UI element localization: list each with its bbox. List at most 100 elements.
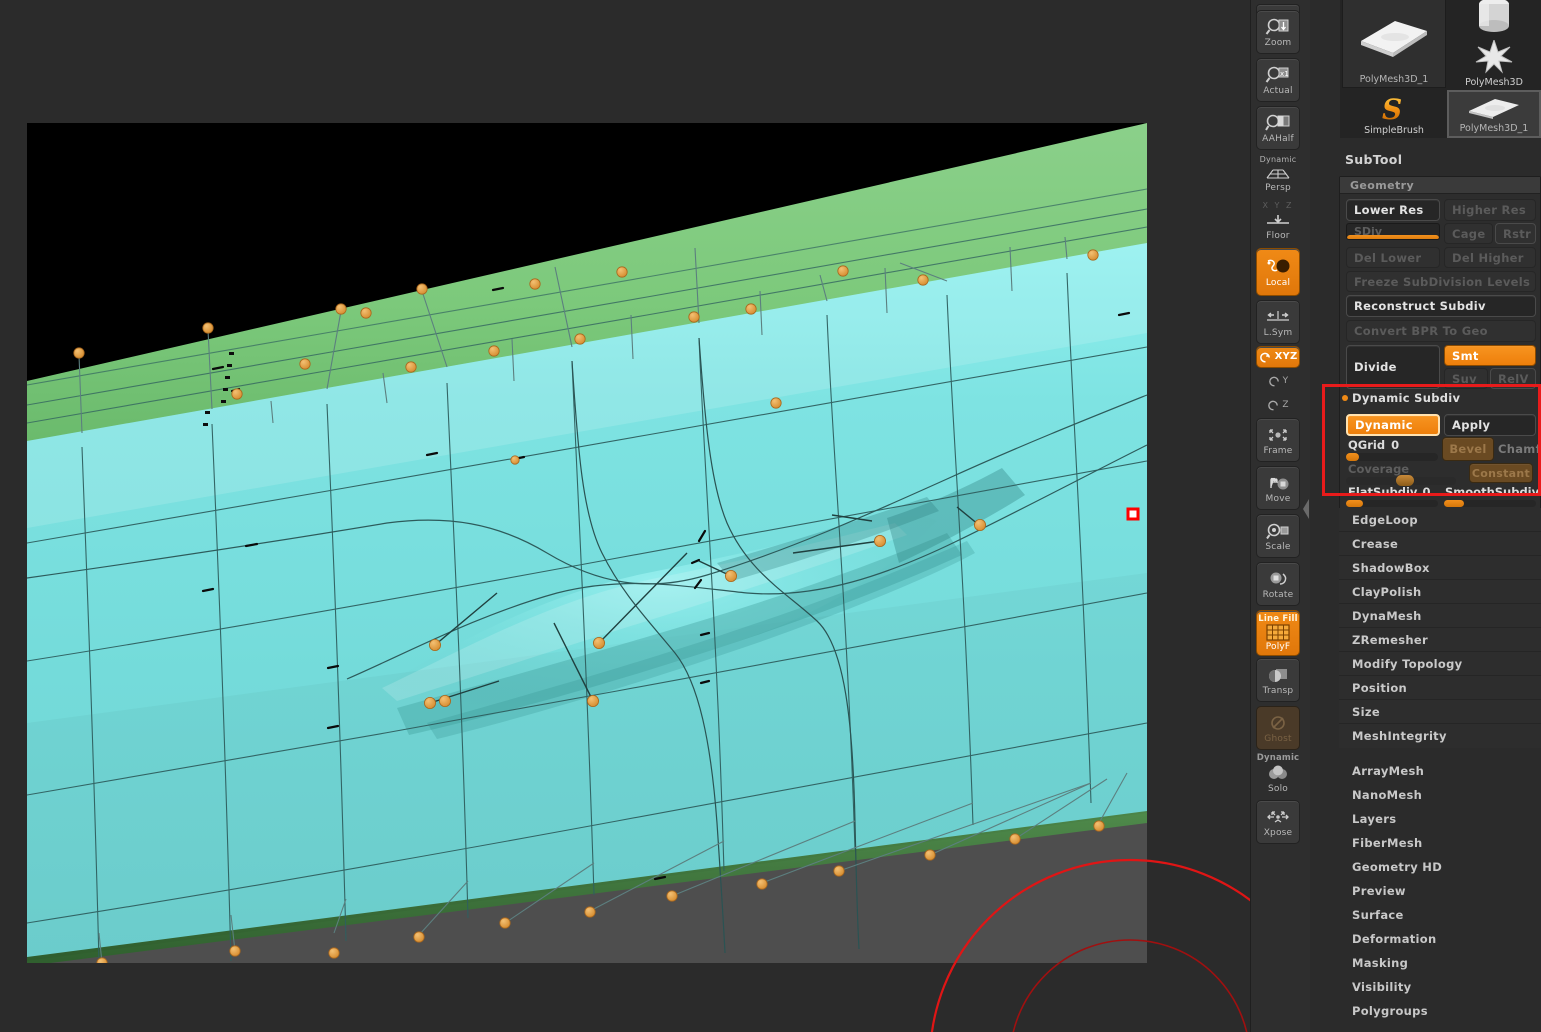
smoothsubdiv-slider-track[interactable]: [1444, 500, 1536, 507]
toolbar-item-aahalf[interactable]: AAHalf: [1256, 106, 1300, 150]
apply-button[interactable]: Apply: [1444, 414, 1536, 436]
submenu-item-dynamesh[interactable]: DynaMesh: [1339, 604, 1541, 628]
tool-thumbnail-grid[interactable]: PolyMesh3D_1 Cylinder3D: [1340, 0, 1541, 138]
submenu-item-meshintegrity[interactable]: MeshIntegrity: [1339, 724, 1541, 748]
toolbar-item-label: Floor: [1266, 231, 1290, 241]
toolbar-item-rotate-y[interactable]: Y: [1256, 370, 1300, 392]
suv-button[interactable]: Suv: [1444, 368, 1488, 389]
star-preview-icon: [1447, 40, 1541, 76]
freeze-subdivision-levels-button[interactable]: Freeze SubDivision Levels: [1346, 271, 1536, 292]
perspective-grid-icon: [1266, 169, 1290, 179]
tool-thumb-polymesh3d-1-b[interactable]: PolyMesh3D_1: [1447, 90, 1541, 138]
higher-res-button[interactable]: Higher Res: [1444, 199, 1536, 221]
submenu-item-crease[interactable]: Crease: [1339, 532, 1541, 556]
viewport-toolbar[interactable]: Zoom x1 Actual AAHalf Dynamic Persp X Y …: [1250, 0, 1310, 1032]
toolbar-item-scale[interactable]: Scale: [1256, 514, 1300, 558]
coverage-slider-track[interactable]: [1346, 475, 1456, 486]
toolbar-item-toplabel: Dynamic: [1256, 753, 1300, 763]
toolbar-item-ghost[interactable]: Ghost: [1256, 706, 1300, 750]
tool-thumb-label: SimpleBrush: [1364, 125, 1424, 136]
toolbar-item-label: XYZ: [1274, 351, 1298, 362]
divide-button[interactable]: Divide: [1346, 345, 1440, 389]
del-higher-button[interactable]: Del Higher: [1444, 247, 1536, 268]
submenu-item-modify-topology[interactable]: Modify Topology: [1339, 652, 1541, 676]
toolbar-item-lsym[interactable]: L.Sym: [1256, 300, 1300, 344]
toolbar-item-label: Z: [1282, 400, 1289, 410]
tool-thumb-label: PolyMesh3D_1: [1359, 74, 1429, 85]
toolbar-item-rotate-z[interactable]: Z: [1256, 394, 1300, 416]
toolbar-item-toplabel: Dynamic: [1259, 155, 1297, 164]
toolbar-item-zoom[interactable]: Zoom: [1256, 10, 1300, 54]
canvas-area[interactable]: [0, 0, 1250, 1032]
qgrid-value: 0: [1391, 438, 1400, 452]
qgrid-slider-fill: [1346, 453, 1359, 461]
qgrid-slider-labels[interactable]: QGrid 0: [1348, 438, 1438, 452]
tool-thumb-simplebrush[interactable]: S SimpleBrush: [1342, 90, 1446, 138]
local-symmetry-icon: [1267, 310, 1289, 321]
toolbar-item-polyf[interactable]: Line Fill PolyF: [1256, 610, 1300, 656]
sdiv-slider[interactable]: SDiv: [1346, 223, 1440, 240]
dynamic-subdiv-bullet-icon: [1342, 395, 1348, 401]
menu-item-deformation[interactable]: Deformation: [1339, 927, 1541, 951]
flatsubdiv-slider-track[interactable]: [1346, 500, 1438, 507]
menu-item-layers[interactable]: Layers: [1339, 807, 1541, 831]
toolbar-item-persp[interactable]: Dynamic Persp: [1256, 154, 1300, 194]
rotate-z-icon: [1268, 400, 1279, 410]
lower-res-button[interactable]: Lower Res: [1346, 199, 1440, 221]
toolbar-item-label: Move: [1265, 493, 1291, 504]
rotate-y-icon: [1268, 376, 1279, 386]
menu-item-nanomesh[interactable]: NanoMesh: [1339, 783, 1541, 807]
qgrid-slider-track[interactable]: [1346, 453, 1438, 461]
rstr-button[interactable]: Rstr: [1495, 223, 1536, 244]
menu-item-polygroups[interactable]: Polygroups: [1339, 999, 1541, 1023]
cage-button[interactable]: Cage: [1444, 223, 1493, 244]
menu-item-geometry-hd[interactable]: Geometry HD: [1339, 855, 1541, 879]
hand-move-icon: [1270, 477, 1289, 489]
submenu-item-position[interactable]: Position: [1339, 676, 1541, 700]
submenu-item-edgeloop[interactable]: EdgeLoop: [1339, 508, 1541, 532]
slab-preview-icon: [1449, 94, 1539, 122]
tool-thumb-polymesh3d-1-a[interactable]: PolyMesh3D_1: [1342, 0, 1446, 88]
toolbar-item-xyz[interactable]: XYZ: [1256, 346, 1300, 368]
chamfer-button[interactable]: Chamfer: [1498, 437, 1541, 461]
submenu-item-claypolish[interactable]: ClayPolish: [1339, 580, 1541, 604]
menu-item-preview[interactable]: Preview: [1339, 879, 1541, 903]
svg-text:x1: x1: [1280, 70, 1289, 78]
toolbar-item-frame[interactable]: Frame: [1256, 418, 1300, 462]
submenu-item-shadowbox[interactable]: ShadowBox: [1339, 556, 1541, 580]
toolbar-item-solo[interactable]: Dynamic Solo: [1256, 750, 1300, 798]
toolbar-item-label: Scale: [1265, 541, 1291, 552]
floor-grid-icon: [1267, 215, 1289, 224]
constant-button[interactable]: Constant: [1469, 463, 1533, 483]
convert-bpr-to-geo-button[interactable]: Convert BPR To Geo: [1346, 320, 1536, 342]
sdiv-slider-label: SDiv: [1354, 225, 1382, 238]
smt-button[interactable]: Smt: [1444, 345, 1536, 366]
flatsubdiv-slider-labels[interactable]: FlatSubdiv 0: [1348, 485, 1444, 499]
submenu-item-size[interactable]: Size: [1339, 700, 1541, 724]
toolbar-item-move[interactable]: Move: [1256, 466, 1300, 510]
document-canvas[interactable]: [27, 123, 1147, 963]
toolbar-item-xpose[interactable]: Xpose: [1256, 800, 1300, 844]
del-lower-button[interactable]: Del Lower: [1346, 247, 1440, 268]
submenu-item-zremesher[interactable]: ZRemesher: [1339, 628, 1541, 652]
flatsubdiv-slider-fill: [1346, 500, 1363, 507]
toolbar-item-actual[interactable]: x1 Actual: [1256, 58, 1300, 102]
toolbar-item-floor[interactable]: X Y Z Floor: [1256, 200, 1300, 242]
menu-item-visibility[interactable]: Visibility: [1339, 975, 1541, 999]
toolbar-item-local[interactable]: Local: [1256, 248, 1300, 296]
toolbar-item-rotate[interactable]: Rotate: [1256, 562, 1300, 606]
s-logo-icon: S: [1342, 92, 1446, 126]
bevel-button[interactable]: Bevel: [1442, 437, 1494, 461]
toolbar-item-transp[interactable]: Transp: [1256, 658, 1300, 702]
menu-item-surface[interactable]: Surface: [1339, 903, 1541, 927]
toolbar-item-label: Zoom: [1264, 37, 1292, 48]
tool-thumb-polymesh3d[interactable]: PolyMesh3D: [1447, 40, 1541, 90]
relv-button[interactable]: RelV: [1490, 368, 1536, 389]
menu-item-fibermesh[interactable]: FiberMesh: [1339, 831, 1541, 855]
dynamic-button[interactable]: Dynamic: [1346, 414, 1440, 436]
reconstruct-subdiv-button[interactable]: Reconstruct Subdiv: [1346, 295, 1536, 317]
menu-item-masking[interactable]: Masking: [1339, 951, 1541, 975]
geometry-panel-header[interactable]: Geometry: [1340, 177, 1540, 194]
menu-item-arraymesh[interactable]: ArrayMesh: [1339, 759, 1541, 783]
sculpt-mesh[interactable]: [27, 123, 1147, 963]
